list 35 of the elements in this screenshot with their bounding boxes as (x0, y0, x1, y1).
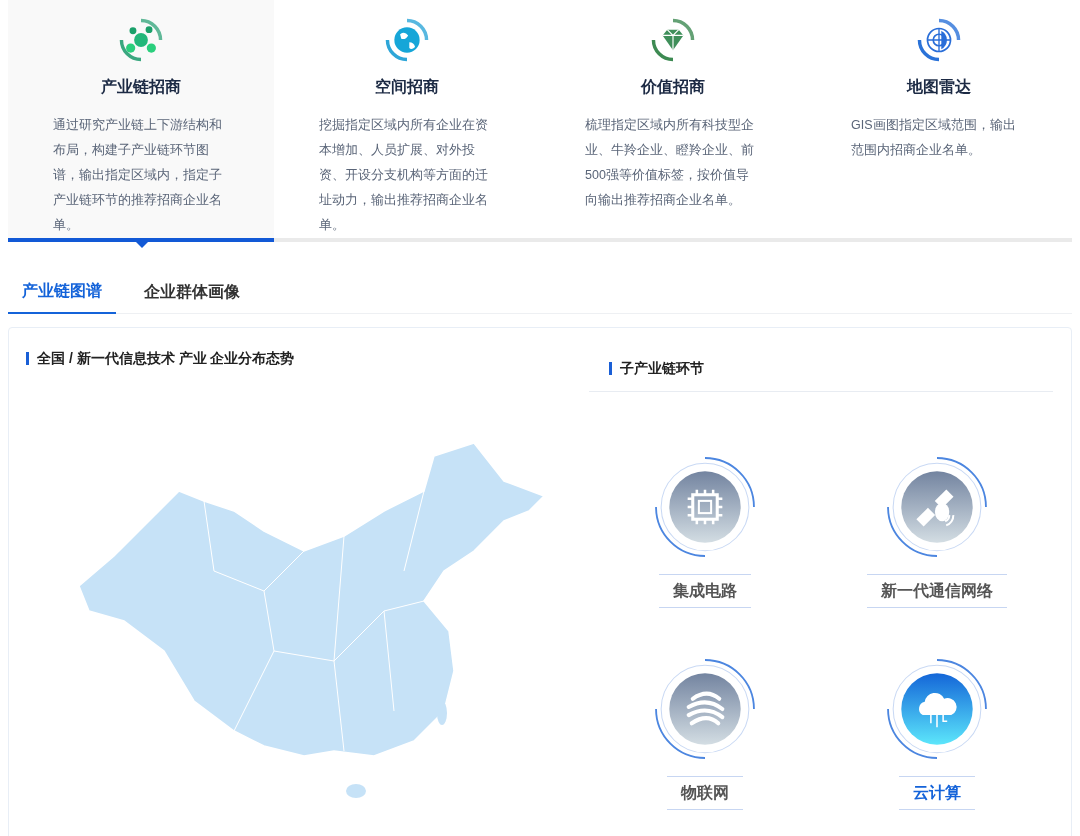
feature-tab[interactable]: 空间招商 挖掘指定区域内所有企业在资本增加、人员扩展、对外投资、开设分支机构等方面的迁址动力，输出推荐招商企业名单。 (274, 0, 540, 238)
feature-tab[interactable]: 价值招商 梳理指定区域内所有科技型企业、牛羚企业、瞪羚企业、前500强等价值标签，按价值导向输出推荐招商企业名单。 (540, 0, 806, 238)
node-label: 集成电路 (659, 574, 751, 608)
network-icon (118, 17, 164, 63)
cloud-icon (886, 658, 988, 760)
feature-title: 价值招商 (641, 77, 705, 97)
feature-tab[interactable]: 地图雷达 GIS画图指定区域范围，输出范围内招商企业名单。 (806, 0, 1072, 238)
feature-title: 地图雷达 (907, 77, 971, 97)
diamond-icon (650, 17, 696, 63)
feature-description: GIS画图指定区域范围，输出范围内招商企业名单。 (851, 117, 1017, 159)
node-label: 物联网 (667, 776, 743, 810)
satellite-icon (886, 456, 988, 558)
globe-icon (384, 17, 430, 63)
chip-icon (654, 456, 756, 558)
chain-node[interactable]: 新一代通信网络 (821, 456, 1053, 608)
feature-description: 梳理指定区域内所有科技型企业、牛羚企业、瞪羚企业、前500强等价值标签，按价值导向输出推荐招商企业名单。 (585, 117, 755, 209)
accent-bar (609, 362, 612, 375)
caret-icon (136, 242, 148, 248)
node-label: 新一代通信网络 (867, 574, 1007, 608)
chain-node[interactable]: 集成电路 (589, 456, 821, 608)
panel-title: 全国 / 新一代信息技术 产业 企业分布态势 (37, 349, 295, 368)
feature-description: 挖掘指定区域内所有企业在资本增加、人员扩展、对外投资、开设分支机构等方面的迁址动力，输出推荐招商企业名单。 (319, 117, 489, 234)
globe-icon (654, 658, 756, 760)
panel-title: 子产业链环节 (620, 359, 704, 378)
chain-node[interactable]: 云计算 (821, 658, 1053, 810)
chain-node[interactable]: 物联网 (589, 658, 821, 810)
feature-tab[interactable]: 产业链招商 通过研究产业链上下游结构和布局，构建子产业链环节图谱，输出指定区域内，指定子产业链环节的推荐招商企业名单。 (8, 0, 274, 242)
accent-bar (26, 352, 29, 365)
tab[interactable]: 企业群体画像 (116, 270, 268, 314)
node-label: 云计算 (899, 776, 975, 810)
tab[interactable]: 产业链图谱 (8, 270, 116, 314)
radar-icon (916, 17, 962, 63)
feature-description: 通过研究产业链上下游结构和布局，构建子产业链环节图谱，输出指定区域内，指定子产业链环节的推荐招商企业名单。 (53, 117, 223, 234)
feature-title: 空间招商 (375, 77, 439, 97)
feature-title: 产业链招商 (101, 77, 181, 97)
